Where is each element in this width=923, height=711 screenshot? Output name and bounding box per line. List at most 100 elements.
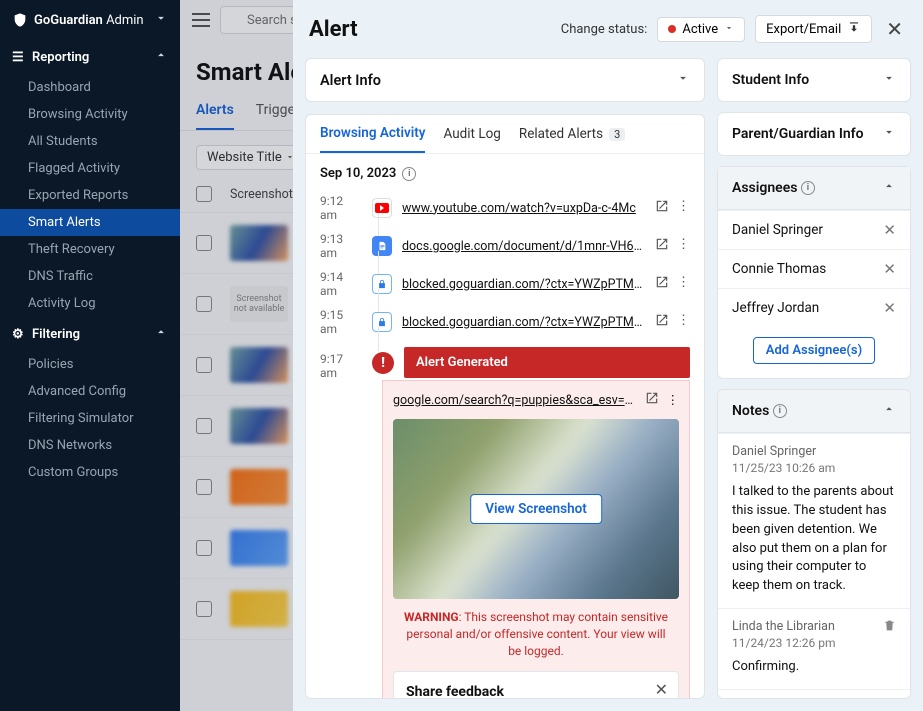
nav-item-activity-log[interactable]: Activity Log xyxy=(0,290,180,317)
more-icon[interactable]: ⋮ xyxy=(677,275,690,293)
screenshot-warning: WARNING: This screenshot may contain sen… xyxy=(393,599,679,663)
youtube-icon xyxy=(372,198,392,218)
alert-detail-panel: google.com/search?q=puppies&sca_esv=5650… xyxy=(382,380,690,699)
nav-item-theft-recovery[interactable]: Theft Recovery xyxy=(0,236,180,263)
chevron-down-icon xyxy=(676,71,690,89)
remove-assignee-icon[interactable]: ✕ xyxy=(883,299,896,317)
info-icon[interactable]: i xyxy=(402,167,416,181)
timeline-time: 9:12 am xyxy=(320,194,362,222)
brand-name: GoGuardian xyxy=(34,13,103,28)
sliders-icon: ⚙ xyxy=(12,327,24,342)
related-alerts-label: Related Alerts xyxy=(519,126,603,142)
assignee-name: Connie Thomas xyxy=(732,261,826,277)
google-doc-icon xyxy=(372,236,392,256)
close-drawer-button[interactable]: ✕ xyxy=(882,13,907,45)
alert-drawer: Alert Change status: Active Export/Email… xyxy=(293,0,923,711)
note-item: Daniel Springer 11/25/23 10:26 am I talk… xyxy=(718,433,910,608)
bars-icon: ☰ xyxy=(12,50,24,65)
delete-note-icon[interactable] xyxy=(883,619,896,636)
drawer-title: Alert xyxy=(309,17,358,42)
change-status-label: Change status: xyxy=(561,22,648,37)
info-icon[interactable]: i xyxy=(773,404,787,418)
nav-section-reporting[interactable]: ☰ Reporting xyxy=(0,40,180,74)
timeline-url[interactable]: docs.google.com/document/d/1mnr-VH6K7pCr… xyxy=(402,239,645,254)
export-email-button[interactable]: Export/Email xyxy=(755,15,872,43)
open-link-icon[interactable] xyxy=(655,237,669,255)
note-author: Daniel Springer xyxy=(732,444,896,459)
note-body: I talked to the parents about this issue… xyxy=(732,483,896,596)
open-link-icon[interactable] xyxy=(655,275,669,293)
assignee-name: Daniel Springer xyxy=(732,222,823,238)
nav-item-dns-traffic[interactable]: DNS Traffic xyxy=(0,263,180,290)
more-icon[interactable]: ⋮ xyxy=(677,313,690,331)
more-icon[interactable]: ⋮ xyxy=(677,199,690,217)
nav-item-smart-alerts[interactable]: Smart Alerts xyxy=(0,209,180,236)
nav-item-advanced-config[interactable]: Advanced Config xyxy=(0,378,180,405)
alert-url[interactable]: google.com/search?q=puppies&sca_esv=5650… xyxy=(393,393,637,408)
nav-item-custom-groups[interactable]: Custom Groups xyxy=(0,459,180,486)
screenshot-preview: View Screenshot xyxy=(393,419,679,599)
nav-section-title: Reporting xyxy=(32,50,89,65)
timeline-url[interactable]: www.youtube.com/watch?v=uxpDa-c-4Mc xyxy=(402,201,645,216)
warning-prefix: WARNING xyxy=(404,610,459,624)
nav-item-flagged-activity[interactable]: Flagged Activity xyxy=(0,155,180,182)
add-assignee-button[interactable]: Add Assignee(s) xyxy=(753,337,875,364)
timeline-time: 9:15 am xyxy=(320,308,362,336)
remove-assignee-icon[interactable]: ✕ xyxy=(883,221,896,239)
alert-info-toggle[interactable]: Alert Info xyxy=(306,59,704,101)
status-value: Active xyxy=(682,22,718,37)
notes-title: Notes xyxy=(732,403,769,419)
parent-guardian-toggle[interactable]: Parent/Guardian Info xyxy=(718,113,910,155)
assignee-name: Jeffrey Jordan xyxy=(732,300,819,316)
nav-section-filtering[interactable]: ⚙ Filtering xyxy=(0,317,180,351)
feedback-card: ✕ Share feedback Help us improve alerts.… xyxy=(393,671,679,699)
student-info-toggle[interactable]: Student Info xyxy=(718,59,910,101)
nav-item-policies[interactable]: Policies xyxy=(0,351,180,378)
tab-audit-log[interactable]: Audit Log xyxy=(443,125,500,153)
timeline-time: 9:13 am xyxy=(320,232,362,260)
more-icon[interactable]: ⋮ xyxy=(677,237,690,255)
tab-related-alerts[interactable]: Related Alerts 3 xyxy=(519,125,625,153)
nav-item-browsing-activity[interactable]: Browsing Activity xyxy=(0,101,180,128)
alert-exclaim-icon: ! xyxy=(372,352,394,374)
nav-item-dashboard[interactable]: Dashboard xyxy=(0,74,180,101)
tab-browsing-activity[interactable]: Browsing Activity xyxy=(320,125,425,153)
timeline-time: 9:14 am xyxy=(320,270,362,298)
note-date: 11/24/23 12:26 pm xyxy=(732,636,896,650)
note-item: Linda the Librarian 11/24/23 12:26 pm Co… xyxy=(718,608,910,689)
alert-time: 9:17 am xyxy=(320,345,362,380)
view-screenshot-button[interactable]: View Screenshot xyxy=(470,494,602,524)
related-alerts-count: 3 xyxy=(609,128,625,141)
open-link-icon[interactable] xyxy=(655,199,669,217)
close-feedback-icon[interactable]: ✕ xyxy=(655,680,668,699)
brand-suffix: Admin xyxy=(106,13,144,28)
remove-assignee-icon[interactable]: ✕ xyxy=(883,260,896,278)
lock-icon xyxy=(372,274,392,294)
nav-item-dns-networks[interactable]: DNS Networks xyxy=(0,432,180,459)
info-icon[interactable]: i xyxy=(801,181,815,195)
status-dot-icon xyxy=(668,25,676,33)
timeline-date: Sep 10, 2023 xyxy=(320,166,396,181)
status-dropdown[interactable]: Active xyxy=(657,17,745,42)
chevron-up-icon xyxy=(882,179,896,197)
nav-item-exported-reports[interactable]: Exported Reports xyxy=(0,182,180,209)
feedback-title: Share feedback xyxy=(406,684,666,699)
chevron-down-icon xyxy=(724,22,734,37)
alert-generated-banner: Alert Generated xyxy=(404,347,690,378)
brand-selector[interactable]: GoGuardian Admin xyxy=(0,0,180,40)
timeline-url[interactable]: blocked.goguardian.com/?ctx=YWZpPTM3NjE1… xyxy=(402,277,645,292)
open-link-icon[interactable] xyxy=(645,391,659,409)
lock-icon xyxy=(372,312,392,332)
more-icon[interactable]: ⋮ xyxy=(667,392,680,408)
nav-item-filtering-simulator[interactable]: Filtering Simulator xyxy=(0,405,180,432)
notes-toggle[interactable]: Notes i xyxy=(718,390,910,433)
nav-section-title: Filtering xyxy=(32,327,80,342)
open-link-icon[interactable] xyxy=(655,313,669,331)
download-icon xyxy=(847,20,861,38)
assignees-title: Assignees xyxy=(732,180,797,196)
assignees-toggle[interactable]: Assignees i xyxy=(718,167,910,210)
timeline-url[interactable]: blocked.goguardian.com/?ctx=YWZpPTM3NjE1… xyxy=(402,315,645,330)
nav-item-all-students[interactable]: All Students xyxy=(0,128,180,155)
assignee-row: Daniel Springer ✕ xyxy=(718,210,910,249)
timeline-row: 9:13 am docs.google.com/document/d/1mnr-… xyxy=(306,227,704,265)
